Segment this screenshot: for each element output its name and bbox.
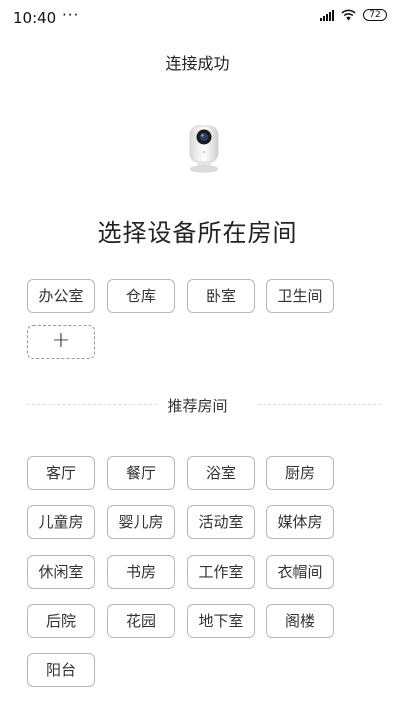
room-chip-dining-room[interactable]: 餐厅 <box>107 456 175 490</box>
room-chip-attic[interactable]: 阁楼 <box>266 604 334 638</box>
status-bar: 10:40 ··· 72 <box>0 0 395 36</box>
room-chip-study[interactable]: 书房 <box>107 555 175 589</box>
status-indicators: 72 <box>320 9 387 21</box>
room-chip-kids-room[interactable]: 儿童房 <box>27 505 95 539</box>
recommended-section-label: 推荐房间 <box>167 397 228 415</box>
add-room-button[interactable]: + <box>27 325 95 359</box>
room-chip-backyard[interactable]: 后院 <box>27 604 95 638</box>
battery-level: 72 <box>369 10 381 20</box>
wifi-icon <box>341 9 356 21</box>
room-chip-garden[interactable]: 花园 <box>107 604 175 638</box>
room-chip-shower-room[interactable]: 浴室 <box>187 456 255 490</box>
camera-icon <box>184 125 224 173</box>
main-heading: 选择设备所在房间 <box>97 219 298 247</box>
signal-icon <box>320 9 334 21</box>
room-chip-bathroom[interactable]: 卫生间 <box>266 279 334 313</box>
room-chip-media-room[interactable]: 媒体房 <box>266 505 334 539</box>
room-chip-office[interactable]: 办公室 <box>27 279 95 313</box>
room-chip-storage[interactable]: 仓库 <box>107 279 175 313</box>
status-time: 10:40 <box>13 9 57 27</box>
room-chip-cloakroom[interactable]: 衣帽间 <box>266 555 334 589</box>
room-chip-living-room[interactable]: 客厅 <box>27 456 95 490</box>
room-chip-activity-room[interactable]: 活动室 <box>187 505 255 539</box>
room-chip-nursery[interactable]: 婴儿房 <box>107 505 175 539</box>
room-chip-basement[interactable]: 地下室 <box>187 604 255 638</box>
room-chip-balcony[interactable]: 阳台 <box>27 653 95 687</box>
notification-dots-icon: ··· <box>62 6 80 24</box>
room-chip-lounge[interactable]: 休闲室 <box>27 555 95 589</box>
battery-icon: 72 <box>363 9 387 21</box>
room-chip-bedroom[interactable]: 卧室 <box>187 279 255 313</box>
room-chip-studio[interactable]: 工作室 <box>187 555 255 589</box>
room-chip-kitchen[interactable]: 厨房 <box>266 456 334 490</box>
page-title: 连接成功 <box>165 54 230 73</box>
